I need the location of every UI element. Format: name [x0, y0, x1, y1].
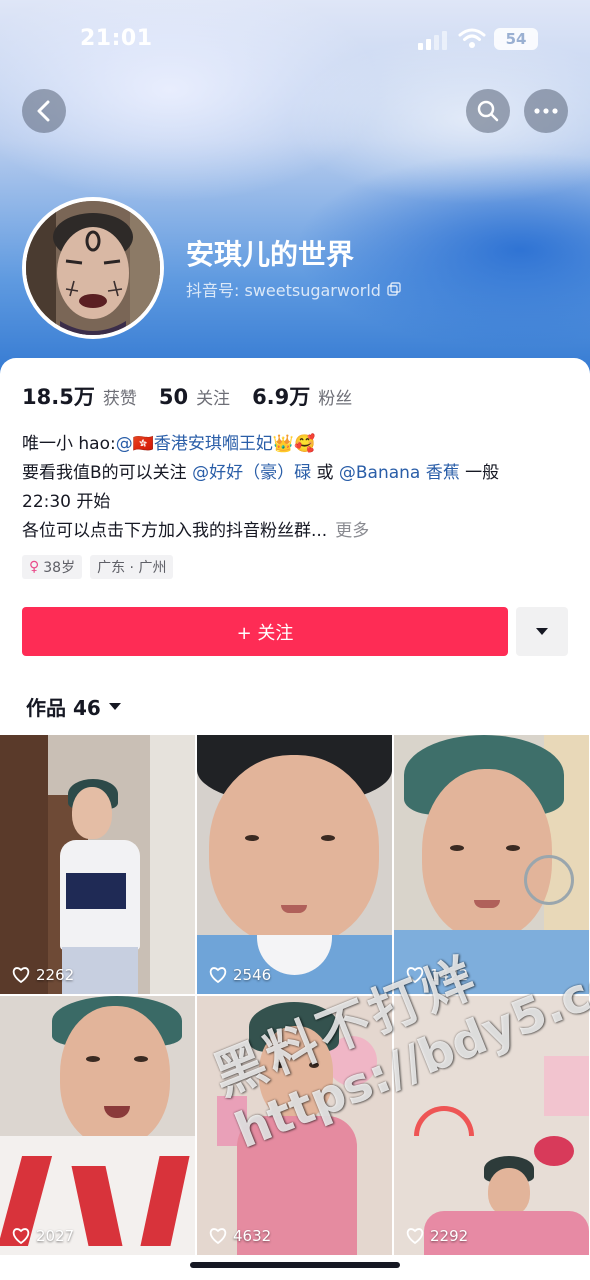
tab-works-label: 作品 46 — [26, 696, 101, 720]
search-icon — [477, 100, 499, 122]
profile-nickname: 安琪儿的世界 — [186, 238, 355, 271]
stat-value: 6.9万 — [252, 385, 311, 409]
like-count-text: 2292 — [430, 1227, 469, 1245]
bio-text: 或 — [311, 463, 339, 483]
heart-icon — [209, 1228, 227, 1244]
profile-tags: ♀ 38岁 广东 · 广州 — [22, 555, 174, 579]
bio-text: 各位可以点击下方加入我的抖音粉丝群... — [22, 521, 328, 541]
bio-line-2: 要看我值B的可以关注 @好好（豪）碌 或 @Banana 香蕉 一般 — [22, 459, 562, 488]
follow-button[interactable]: + 关注 — [22, 607, 508, 656]
video-thumbnail[interactable]: 2027 — [0, 996, 195, 1255]
status-time: 21:01 — [80, 26, 153, 51]
recommend-dropdown-button[interactable] — [516, 607, 568, 656]
like-count-text: 2546 — [233, 966, 272, 984]
female-icon: ♀ — [29, 559, 40, 575]
bio-text: 唯一小 hao: — [22, 434, 116, 454]
like-count-text: 2262 — [36, 966, 75, 984]
heart-icon — [12, 967, 30, 983]
ellipsis-icon — [534, 108, 558, 114]
back-button[interactable] — [22, 89, 66, 133]
status-bar: 21:01 54 — [0, 0, 590, 80]
avatar-image — [26, 201, 160, 335]
stat-value: 50 — [158, 385, 189, 409]
avatar[interactable] — [22, 197, 164, 339]
caret-down-icon — [108, 702, 121, 710]
video-like-count: 4632 — [209, 1227, 271, 1245]
copy-icon[interactable] — [387, 282, 401, 296]
douyin-id[interactable]: 抖音号: sweetsugarworld — [186, 277, 401, 301]
age-tag: ♀ 38岁 — [22, 555, 83, 579]
heart-icon — [12, 1228, 30, 1244]
stat-following[interactable]: 50 关注 — [159, 384, 230, 409]
cellular-signal-icon — [418, 30, 448, 50]
tab-works[interactable]: 作品 46 — [26, 692, 121, 721]
search-button[interactable] — [466, 89, 510, 133]
stat-followers[interactable]: 6.9万 粉丝 — [252, 381, 352, 411]
stat-label: 粉丝 — [318, 389, 353, 409]
profile-bio: 唯一小 hao:@🇭🇰香港安琪嗰王妃👑🥰 要看我值B的可以关注 @好好（豪）碌 … — [22, 430, 562, 546]
home-indicator[interactable] — [190, 1262, 400, 1268]
bio-mention-link[interactable]: @Banana 香蕉 — [339, 463, 460, 483]
bio-line-1: 唯一小 hao:@🇭🇰香港安琪嗰王妃👑🥰 — [22, 430, 562, 459]
battery-icon: 54 — [494, 28, 538, 50]
age-text: 38岁 — [43, 560, 76, 576]
bio-mention-link[interactable]: @好好（豪）碌 — [192, 463, 311, 483]
bio-more-link[interactable]: 更多 — [335, 521, 369, 541]
bio-line-3: 22:30 开始 — [22, 492, 111, 512]
like-count-text: 2027 — [36, 1227, 75, 1245]
stat-label: 关注 — [196, 389, 231, 409]
bio-mention-link[interactable]: @🇭🇰香港安琪嗰王妃👑🥰 — [116, 434, 316, 454]
video-like-count: 2546 — [209, 966, 271, 984]
video-like-count: 2292 — [406, 1227, 468, 1245]
like-count-text: 4632 — [233, 1227, 272, 1245]
stat-label: 获赞 — [102, 389, 137, 409]
video-thumbnail[interactable]: 2262 — [0, 735, 195, 994]
video-like-count: 2262 — [12, 966, 74, 984]
stat-value: 18.5万 — [22, 385, 95, 409]
more-options-button[interactable] — [524, 89, 568, 133]
location-tag: 广东 · 广州 — [90, 555, 174, 579]
profile-stats: 18.5万 获赞 50 关注 6.9万 粉丝 — [22, 381, 352, 411]
chevron-left-icon — [37, 100, 50, 122]
stat-likes[interactable]: 18.5万 获赞 — [22, 381, 137, 411]
caret-down-icon — [536, 628, 548, 635]
douyin-id-text: 抖音号: sweetsugarworld — [186, 281, 381, 300]
heart-icon — [209, 967, 227, 983]
heart-icon — [406, 1228, 424, 1244]
video-like-count: 2027 — [12, 1227, 74, 1245]
bio-text: 一般 — [459, 463, 500, 483]
wifi-icon — [458, 28, 486, 48]
bio-text: 要看我值B的可以关注 — [22, 463, 193, 483]
location-text: 广东 · 广州 — [97, 560, 167, 576]
video-thumbnail[interactable]: 2546 — [197, 735, 392, 994]
bio-line-4: 各位可以点击下方加入我的抖音粉丝群... 更多 — [22, 517, 562, 546]
